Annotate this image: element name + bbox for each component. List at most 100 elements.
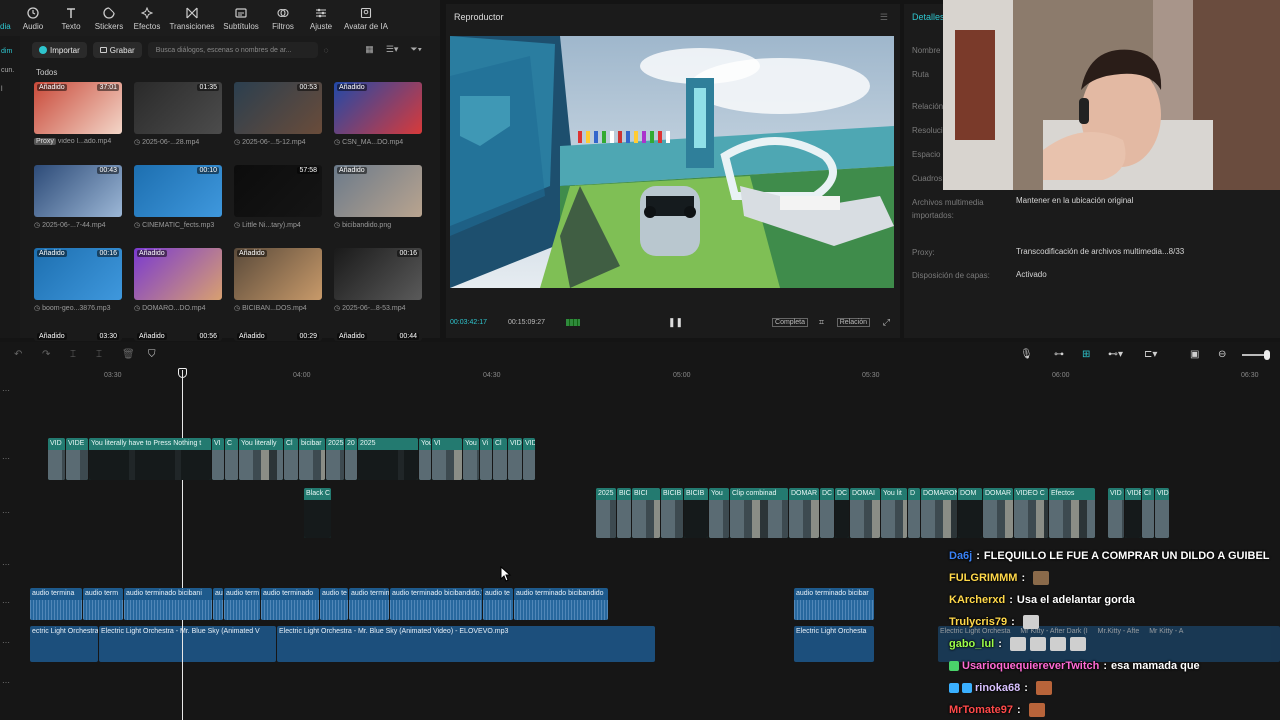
video-clip[interactable]: DC bbox=[820, 488, 834, 538]
toolbar-item-filters[interactable]: Filtros bbox=[264, 6, 302, 31]
full-quality-button[interactable]: Completa bbox=[772, 318, 808, 327]
filter-icon[interactable]: ⏷▾ bbox=[410, 44, 422, 55]
video-clip[interactable]: DOM bbox=[958, 488, 982, 538]
video-clip[interactable]: BICI bbox=[632, 488, 660, 538]
audio-clip[interactable]: audio terminad bbox=[349, 588, 389, 620]
media-item[interactable]: 00:10 ◷ CINEMATIC_fects.mp3 bbox=[134, 165, 234, 236]
video-clip[interactable]: DOMAR bbox=[789, 488, 819, 538]
music-clip[interactable]: Electric Light Orchesta bbox=[794, 626, 874, 662]
media-item[interactable]: Añadido 37:01 Proxy video l...ado.mp4 bbox=[34, 82, 134, 153]
video-clip[interactable]: You literally have to Press Nothing t bbox=[89, 438, 211, 480]
video-clip[interactable]: VIDEO C bbox=[1155, 488, 1169, 538]
playhead[interactable] bbox=[182, 370, 183, 720]
audio-clip[interactable]: audio terminado bicibandido.Wa bbox=[390, 588, 482, 620]
audio-clip[interactable]: audio te bbox=[483, 588, 513, 620]
video-clip[interactable]: Cl bbox=[284, 438, 298, 480]
toolbar-item-audio[interactable]: Audio bbox=[14, 6, 52, 31]
video-clip[interactable]: BICIB bbox=[684, 488, 708, 538]
undo-icon[interactable]: ↶ bbox=[14, 349, 22, 360]
toolbar-item-stickers[interactable]: Stickers bbox=[90, 6, 128, 31]
video-clip[interactable]: VIDE bbox=[1125, 488, 1141, 538]
redo-icon[interactable]: ↷ bbox=[42, 349, 50, 360]
video-clip[interactable]: 20 bbox=[345, 438, 357, 480]
video-clip[interactable]: DOMAI bbox=[850, 488, 880, 538]
media-item[interactable]: 57:58 ◷ Little Ni...tary).mp4 bbox=[234, 165, 334, 236]
media-item[interactable]: Añadido ◷ CSN_MA...DO.mp4 bbox=[334, 82, 434, 153]
toolbar-item-text[interactable]: Texto bbox=[52, 6, 90, 31]
audio-clip[interactable]: audio termina bbox=[30, 588, 82, 620]
track-menu-icon[interactable]: ⋯ bbox=[2, 598, 10, 607]
video-clip[interactable]: DOMAR bbox=[983, 488, 1013, 538]
video-clip[interactable]: bicibar bbox=[299, 438, 325, 480]
preview-axis-icon[interactable]: ⊏▾ bbox=[1144, 349, 1157, 360]
video-clip[interactable]: VI bbox=[212, 438, 224, 480]
track-menu-icon[interactable]: ⋯ bbox=[2, 638, 10, 647]
video-clip[interactable]: DOMARON A bbox=[921, 488, 957, 538]
video-clip[interactable]: Efectos bbox=[1049, 488, 1095, 538]
split-right-icon[interactable]: ⌶ bbox=[96, 349, 102, 360]
zoom-out-icon[interactable]: ⊖ bbox=[1218, 349, 1226, 360]
track-menu-icon[interactable]: ⋯ bbox=[2, 386, 10, 395]
audio-clip[interactable]: audio terminado bicibandido bbox=[514, 588, 608, 620]
fullscreen-icon[interactable]: ⤢ bbox=[883, 317, 890, 328]
video-clip[interactable]: CI bbox=[1142, 488, 1154, 538]
audio-clip[interactable]: audio terminado bbox=[261, 588, 319, 620]
toolbar-item-subtitles[interactable]: Subtítulos bbox=[218, 6, 264, 31]
audio-clip[interactable]: audio te bbox=[320, 588, 348, 620]
timeline-ruler[interactable]: 03:30 04:00 04:30 05:00 05:30 06:00 06:3… bbox=[0, 368, 1280, 386]
link-icon[interactable]: ⊶ bbox=[1054, 349, 1064, 360]
import-button[interactable]: Importar bbox=[32, 42, 87, 58]
track-menu-icon[interactable]: ⋯ bbox=[2, 678, 10, 687]
left-strip-item[interactable]: cun. bbox=[0, 67, 20, 74]
track-menu-icon[interactable]: ⋯ bbox=[2, 560, 10, 569]
video-clip[interactable]: Vi bbox=[480, 438, 492, 480]
menu-icon[interactable]: ☰ bbox=[880, 12, 888, 23]
video-clip[interactable]: VIDE bbox=[66, 438, 88, 480]
audio-clip[interactable]: audio term bbox=[224, 588, 260, 620]
video-clip[interactable]: VID bbox=[1108, 488, 1124, 538]
black-clip[interactable]: Black C bbox=[304, 488, 331, 538]
audio-clip[interactable]: audio terminado bicibani bbox=[124, 588, 212, 620]
toolbar-item-adjust[interactable]: Ajuste bbox=[302, 6, 340, 31]
audio-clip[interactable]: audio terminado bicibar bbox=[794, 588, 874, 620]
media-item[interactable]: 00:16 ◷ 2025-06-...8-53.mp4 bbox=[334, 248, 434, 319]
video-clip[interactable]: D bbox=[908, 488, 920, 538]
magnet-icon[interactable]: ⊞ bbox=[1082, 349, 1090, 360]
video-clip[interactable]: You li bbox=[463, 438, 479, 480]
video-clip[interactable]: Cl bbox=[493, 438, 507, 480]
video-clip[interactable]: 2025 bbox=[596, 488, 616, 538]
video-clip[interactable]: 2025 bbox=[358, 438, 418, 480]
media-item[interactable]: Añadido 00:16 ◷ boom-geo...3876.mp3 bbox=[34, 248, 134, 319]
video-clip[interactable]: VID bbox=[523, 438, 535, 480]
media-search-input[interactable]: Busca diálogos, escenas o nombres de ar.… bbox=[147, 42, 318, 58]
screenshot-icon[interactable]: ⌗ bbox=[819, 317, 824, 328]
video-clip[interactable]: VID bbox=[48, 438, 65, 480]
chain-icon[interactable]: ⊷▾ bbox=[1108, 349, 1123, 360]
split-icon[interactable]: ⌶ bbox=[70, 349, 76, 360]
microphone-icon[interactable]: 🎙 bbox=[1020, 349, 1033, 360]
media-item[interactable]: 00:53 ◷ 2025-06-...5-12.mp4 bbox=[234, 82, 334, 153]
caption-icon[interactable]: ▣ bbox=[1190, 349, 1199, 360]
toolbar-item-effects[interactable]: Efectos bbox=[128, 6, 166, 31]
video-clip[interactable]: You literally bbox=[239, 438, 283, 480]
record-button[interactable]: Grabar bbox=[92, 42, 142, 58]
video-clip[interactable]: VID bbox=[508, 438, 522, 480]
media-item[interactable]: 00:43 ◷ 2025-06-...7-44.mp4 bbox=[34, 165, 134, 236]
video-clip[interactable]: You lit bbox=[881, 488, 907, 538]
left-strip-item[interactable]: l bbox=[0, 86, 20, 93]
zoom-slider-knob[interactable] bbox=[1264, 350, 1270, 360]
video-clip[interactable]: You bbox=[709, 488, 729, 538]
video-clip[interactable]: BICIB bbox=[661, 488, 683, 538]
grid-view-icon[interactable]: ▦ bbox=[365, 44, 374, 55]
aspect-ratio-button[interactable]: Relación bbox=[836, 318, 870, 327]
video-clip[interactable]: You literally h bbox=[419, 438, 431, 480]
toolbar-item-ai-avatar[interactable]: Avatar de IA bbox=[340, 6, 392, 31]
video-clip[interactable]: VI bbox=[432, 438, 462, 480]
video-clip[interactable]: VIDEO C bbox=[1014, 488, 1048, 538]
video-clip[interactable]: 2025 bbox=[326, 438, 344, 480]
music-clip[interactable]: ectric Light Orchestra bbox=[30, 626, 98, 662]
track-menu-icon[interactable]: ⋯ bbox=[2, 454, 10, 463]
track-menu-icon[interactable]: ⋯ bbox=[2, 508, 10, 517]
media-item[interactable]: 01:35 ◷ 2025-06-...28.mp4 bbox=[134, 82, 234, 153]
video-clip[interactable]: Clip combinad bbox=[730, 488, 788, 538]
